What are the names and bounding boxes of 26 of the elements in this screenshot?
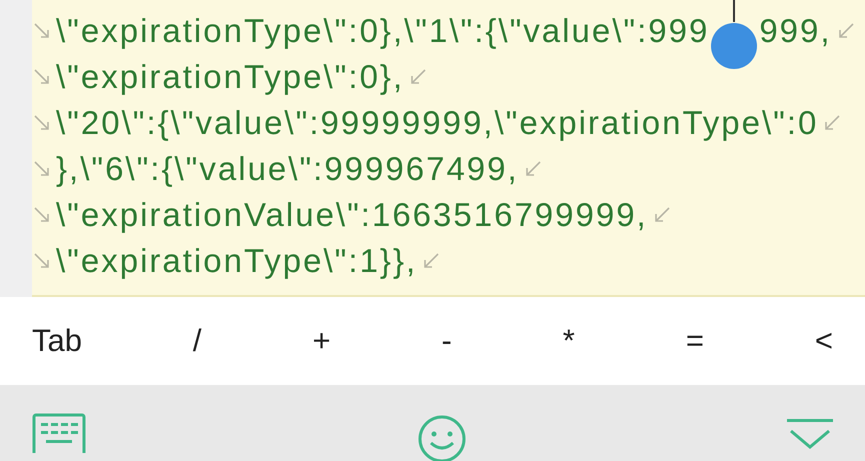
keyboard-icon[interactable] (32, 413, 86, 453)
wrap-end-icon (421, 251, 442, 271)
symbol-key[interactable]: + (304, 322, 339, 360)
wrap-end-icon (408, 67, 428, 87)
code-line: \"expirationType\":0}, (56, 57, 404, 97)
wrap-start-icon (32, 21, 52, 41)
symbol-key[interactable]: Tab (24, 322, 90, 360)
emoji-icon[interactable] (416, 413, 468, 461)
code-line: \"expirationType\":1}}, (56, 241, 418, 281)
wrap-start-icon (32, 251, 52, 271)
wrap-start-icon (32, 67, 52, 87)
wrap-start-icon (32, 113, 52, 133)
selection-handle[interactable] (709, 0, 760, 72)
symbol-key[interactable]: - (434, 322, 460, 360)
code-line: \"expirationValue\":1663516799999, (56, 195, 648, 235)
symbol-key[interactable]: = (678, 322, 712, 360)
wrap-start-icon (32, 159, 52, 179)
symbol-key[interactable]: < (806, 322, 841, 360)
symbol-key[interactable]: * (554, 322, 583, 360)
code-line: },\"6\":{\"value\":999967499, (56, 149, 519, 189)
code-line: \"expirationType\":0},\"1\":{\"value\":999 (56, 11, 710, 51)
symbol-key[interactable]: / (184, 322, 210, 360)
code-line: \"20\":{\"value\":99999999,\"expirationType\":0 (56, 103, 818, 143)
wrap-end-icon (822, 113, 842, 133)
wrap-start-icon (32, 205, 52, 225)
code-text: 999, (759, 11, 832, 51)
